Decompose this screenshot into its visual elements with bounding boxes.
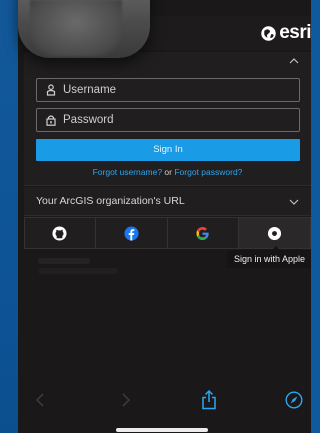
username-placeholder: Username xyxy=(63,84,117,96)
compass-button[interactable] xyxy=(284,390,304,410)
apple-sign-in-tooltip: Sign in with Apple xyxy=(227,250,311,268)
chevron-up-icon[interactable] xyxy=(289,57,299,65)
password-field[interactable]: Password xyxy=(36,108,300,132)
apple-login-button[interactable] xyxy=(239,217,311,249)
blurred-content xyxy=(38,258,90,264)
org-url-section[interactable]: Your ArcGIS organization's URL xyxy=(24,187,311,216)
google-icon xyxy=(196,226,210,240)
esri-logo: esri xyxy=(260,23,311,43)
brand-wordmark: esri xyxy=(279,22,311,43)
forgot-username-link[interactable]: Forgot username? xyxy=(93,167,162,177)
arcgis-login-card: Username Password Sign In Forgot usernam… xyxy=(24,52,311,186)
github-login-button[interactable] xyxy=(24,217,96,249)
password-placeholder: Password xyxy=(63,114,114,126)
compass-icon xyxy=(285,391,303,409)
facebook-login-button[interactable] xyxy=(95,217,168,249)
forward-button[interactable] xyxy=(116,390,136,410)
facebook-icon xyxy=(124,225,139,241)
back-button[interactable] xyxy=(30,390,50,410)
chevron-down-icon xyxy=(289,199,299,205)
social-login-row xyxy=(24,217,311,249)
browser-toolbar xyxy=(18,380,311,420)
share-icon xyxy=(202,390,216,410)
forward-arrow-icon xyxy=(122,393,131,407)
sign-in-button[interactable]: Sign In xyxy=(36,139,300,161)
apple-icon xyxy=(268,226,282,240)
forgot-links: Forgot username? or Forgot password? xyxy=(24,167,311,177)
screen: S esri Username P xyxy=(0,0,311,433)
google-login-button[interactable] xyxy=(167,217,240,249)
username-field[interactable]: Username xyxy=(36,78,300,102)
org-url-label: Your ArcGIS organization's URL xyxy=(36,195,185,207)
home-indicator[interactable] xyxy=(116,428,208,432)
github-icon xyxy=(52,225,67,241)
lock-icon xyxy=(46,115,56,126)
share-button[interactable] xyxy=(199,390,219,410)
user-icon xyxy=(46,84,56,96)
blurred-content xyxy=(38,268,118,274)
or-text: or xyxy=(164,167,172,177)
back-arrow-icon xyxy=(35,393,44,407)
esri-globe-icon xyxy=(261,25,276,41)
camera-overlay-highlight xyxy=(30,0,122,56)
forgot-password-link[interactable]: Forgot password? xyxy=(174,167,242,177)
